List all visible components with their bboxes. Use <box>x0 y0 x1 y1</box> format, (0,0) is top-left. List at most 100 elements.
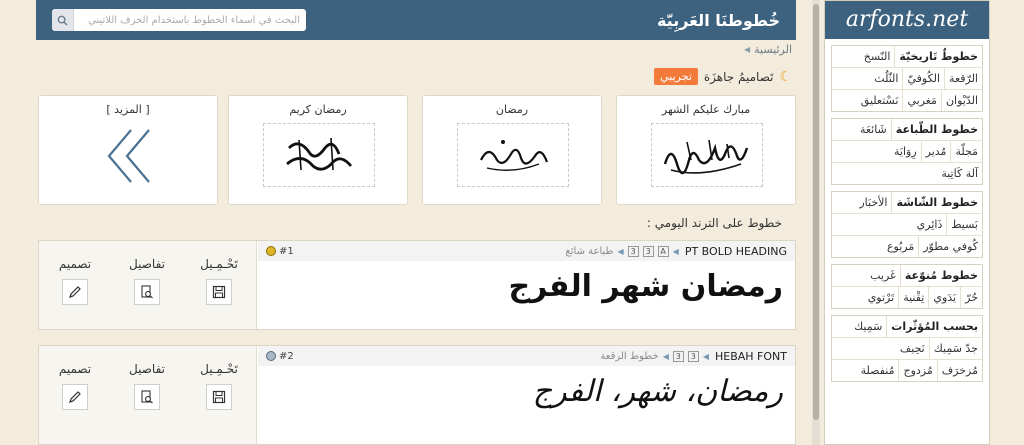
site-title[interactable]: خُطوطنَا العَربِيّة <box>657 11 780 30</box>
calligraphy-preview-image <box>651 123 763 187</box>
rank-number: #1 <box>279 245 294 257</box>
category-link[interactable]: كُوفي مطوّر <box>918 236 982 257</box>
category-link[interactable]: الكُوفيّ <box>902 68 944 89</box>
design-card[interactable]: رمضان <box>422 95 602 205</box>
category-link[interactable]: بَسيط <box>946 214 982 235</box>
beta-badge: تجريبي <box>654 68 698 85</box>
font-meta: طباعة شائع ◀ 3 3 A ◀ PT BOLD HEADING <box>565 245 787 258</box>
search-icon <box>57 15 68 26</box>
silver-medal-icon <box>266 351 276 361</box>
search-button[interactable] <box>52 9 74 31</box>
category-link[interactable]: الأخبَار <box>855 192 891 213</box>
category-link[interactable]: سَمِيك <box>850 316 886 337</box>
design-card[interactable]: مبارك عليكم الشهر <box>616 95 796 205</box>
page-scrollbar[interactable] <box>812 0 820 445</box>
category-link[interactable]: مَربُوع <box>883 236 918 257</box>
download-action[interactable]: تَحْـمِـيل <box>183 346 255 444</box>
category-link[interactable]: مُدير <box>920 141 951 162</box>
crescent-moon-icon: ☾ <box>779 68 792 85</box>
category-link[interactable]: شَائعَة <box>856 119 891 140</box>
category-link[interactable]: الثّلُث <box>870 68 902 89</box>
scrollbar-thumb[interactable] <box>813 4 819 420</box>
save-icon[interactable] <box>206 279 232 305</box>
category-heading[interactable]: خطوطٌ تَاريخيّة <box>894 46 982 67</box>
category-link[interactable]: تِقْنية <box>898 287 928 308</box>
font-row: تصميم تفاصيل تَحْـمِـيل #1 طباعة شائع ◀ … <box>38 240 796 330</box>
main-content: خُطوطنَا العَربِيّة الرئيسية ◀ ☾ تَصاميم… <box>36 0 796 445</box>
search-box[interactable] <box>52 9 306 31</box>
ready-designs-label[interactable]: تَصاميمُ جاهزَة <box>704 70 774 84</box>
design-action[interactable]: تصميم <box>39 241 111 329</box>
details-label: تفاصيل <box>129 257 165 271</box>
save-icon[interactable] <box>206 384 232 410</box>
breadcrumb-arrow-icon: ◀ <box>743 45 751 54</box>
triangle-left-icon: ◀ <box>617 246 624 256</box>
category-heading[interactable]: خطوط الشّاشَة <box>891 192 982 213</box>
category-link[interactable]: النّسخ <box>860 46 895 67</box>
pencil-icon[interactable] <box>62 279 88 305</box>
triangle-left-icon: ◀ <box>702 351 709 361</box>
design-cards: مبارك عليكم الشهر رمضان رمضان كريم [ الم… <box>38 95 796 205</box>
ready-designs-heading: ☾ تَصاميمُ جاهزَة تجريبي <box>654 68 792 85</box>
pencil-icon[interactable] <box>62 384 88 410</box>
category-heading[interactable]: خطوط مُنوّعة <box>899 265 982 286</box>
more-designs-card[interactable]: [ المزيد ] <box>38 95 218 205</box>
badge: 3 <box>642 245 654 257</box>
font-row-header: #1 طباعة شائع ◀ 3 3 A ◀ PT BOLD HEADING <box>258 241 795 261</box>
design-label: تصميم <box>58 362 92 376</box>
category-link[interactable]: رِوَايَة <box>890 141 921 162</box>
category-group: خطوط مُنوّعة غَريب حُرّ يَدَوي تِقْنية تَرْتو… <box>831 264 983 309</box>
font-name[interactable]: HEBAH FONT <box>715 350 787 363</box>
design-card[interactable]: رمضان كريم <box>228 95 408 205</box>
site-logo[interactable]: arfonts.net <box>825 1 989 39</box>
design-label: تصميم <box>58 257 92 271</box>
document-search-icon[interactable] <box>134 279 160 305</box>
details-action[interactable]: تفاصيل <box>111 346 183 444</box>
category-link[interactable]: جدّ سَمِيك <box>928 338 982 359</box>
font-category[interactable]: طباعة شائع <box>565 246 613 257</box>
category-row: بَسيط ذَائِري <box>832 214 982 236</box>
triangle-left-icon: ◀ <box>672 246 679 256</box>
category-link[interactable]: الرّقعة <box>944 68 982 89</box>
font-category[interactable]: خطوط الرقعة <box>600 351 658 362</box>
top-header: خُطوطنَا العَربِيّة <box>36 0 796 40</box>
trending-fonts-title: خطوط على الترند اليومي : <box>646 216 782 230</box>
download-action[interactable]: تَحْـمِـيل <box>183 241 255 329</box>
category-link[interactable]: مُنفصلة <box>857 360 899 381</box>
category-link[interactable]: آلة كَاتِبة <box>937 163 982 184</box>
details-action[interactable]: تفاصيل <box>111 241 183 329</box>
category-link[interactable]: نَحِيف <box>896 338 929 359</box>
category-link[interactable]: يَدَوي <box>928 287 960 308</box>
category-link[interactable]: ذَائِري <box>913 214 947 235</box>
double-chevron-left-icon <box>105 128 153 184</box>
font-sample[interactable]: رمضان، شهر، الفرج <box>533 374 783 409</box>
category-link[interactable]: تَرْتوي <box>864 287 899 308</box>
category-row: خطوط الشّاشَة الأخبَار <box>832 192 982 214</box>
gold-medal-icon <box>266 246 276 256</box>
calligraphy-preview-image <box>263 123 375 187</box>
font-sample[interactable]: رمضان شهر الفرج <box>508 269 783 304</box>
badge: 3 <box>627 245 639 257</box>
category-heading[interactable]: بحسب المُؤثّرات <box>886 316 982 337</box>
rank: #2 <box>266 351 294 362</box>
category-group: خطوط الشّاشَة الأخبَار بَسيط ذَائِري كُوفي م… <box>831 191 983 258</box>
breadcrumb-home[interactable]: الرئيسية <box>754 43 792 56</box>
category-row: بحسب المُؤثّرات سَمِيك <box>832 316 982 338</box>
category-link[interactable]: مُزخرَف <box>936 360 982 381</box>
category-link[interactable]: نَسْتعليق <box>857 90 903 111</box>
more-designs-label: [ المزيد ] <box>106 103 150 116</box>
category-heading[interactable]: خطوط الطّباعة <box>890 119 982 140</box>
category-row: حُرّ يَدَوي تِقْنية تَرْتوي <box>832 287 982 308</box>
category-link[interactable]: مَجلّة <box>950 141 982 162</box>
category-link[interactable]: مَغربي <box>902 90 941 111</box>
search-input[interactable] <box>74 14 306 26</box>
category-link[interactable]: حُرّ <box>960 287 982 308</box>
category-link[interactable]: مُزدوج <box>898 360 936 381</box>
document-search-icon[interactable] <box>134 384 160 410</box>
font-name[interactable]: PT BOLD HEADING <box>685 245 787 258</box>
category-link[interactable]: الدّيْوان <box>940 90 982 111</box>
category-link[interactable]: غَريب <box>866 265 900 286</box>
download-label: تَحْـمِـيل <box>200 362 238 376</box>
design-action[interactable]: تصميم <box>39 346 111 444</box>
category-row: الدّيْوان مَغربي نَسْتعليق <box>832 90 982 111</box>
